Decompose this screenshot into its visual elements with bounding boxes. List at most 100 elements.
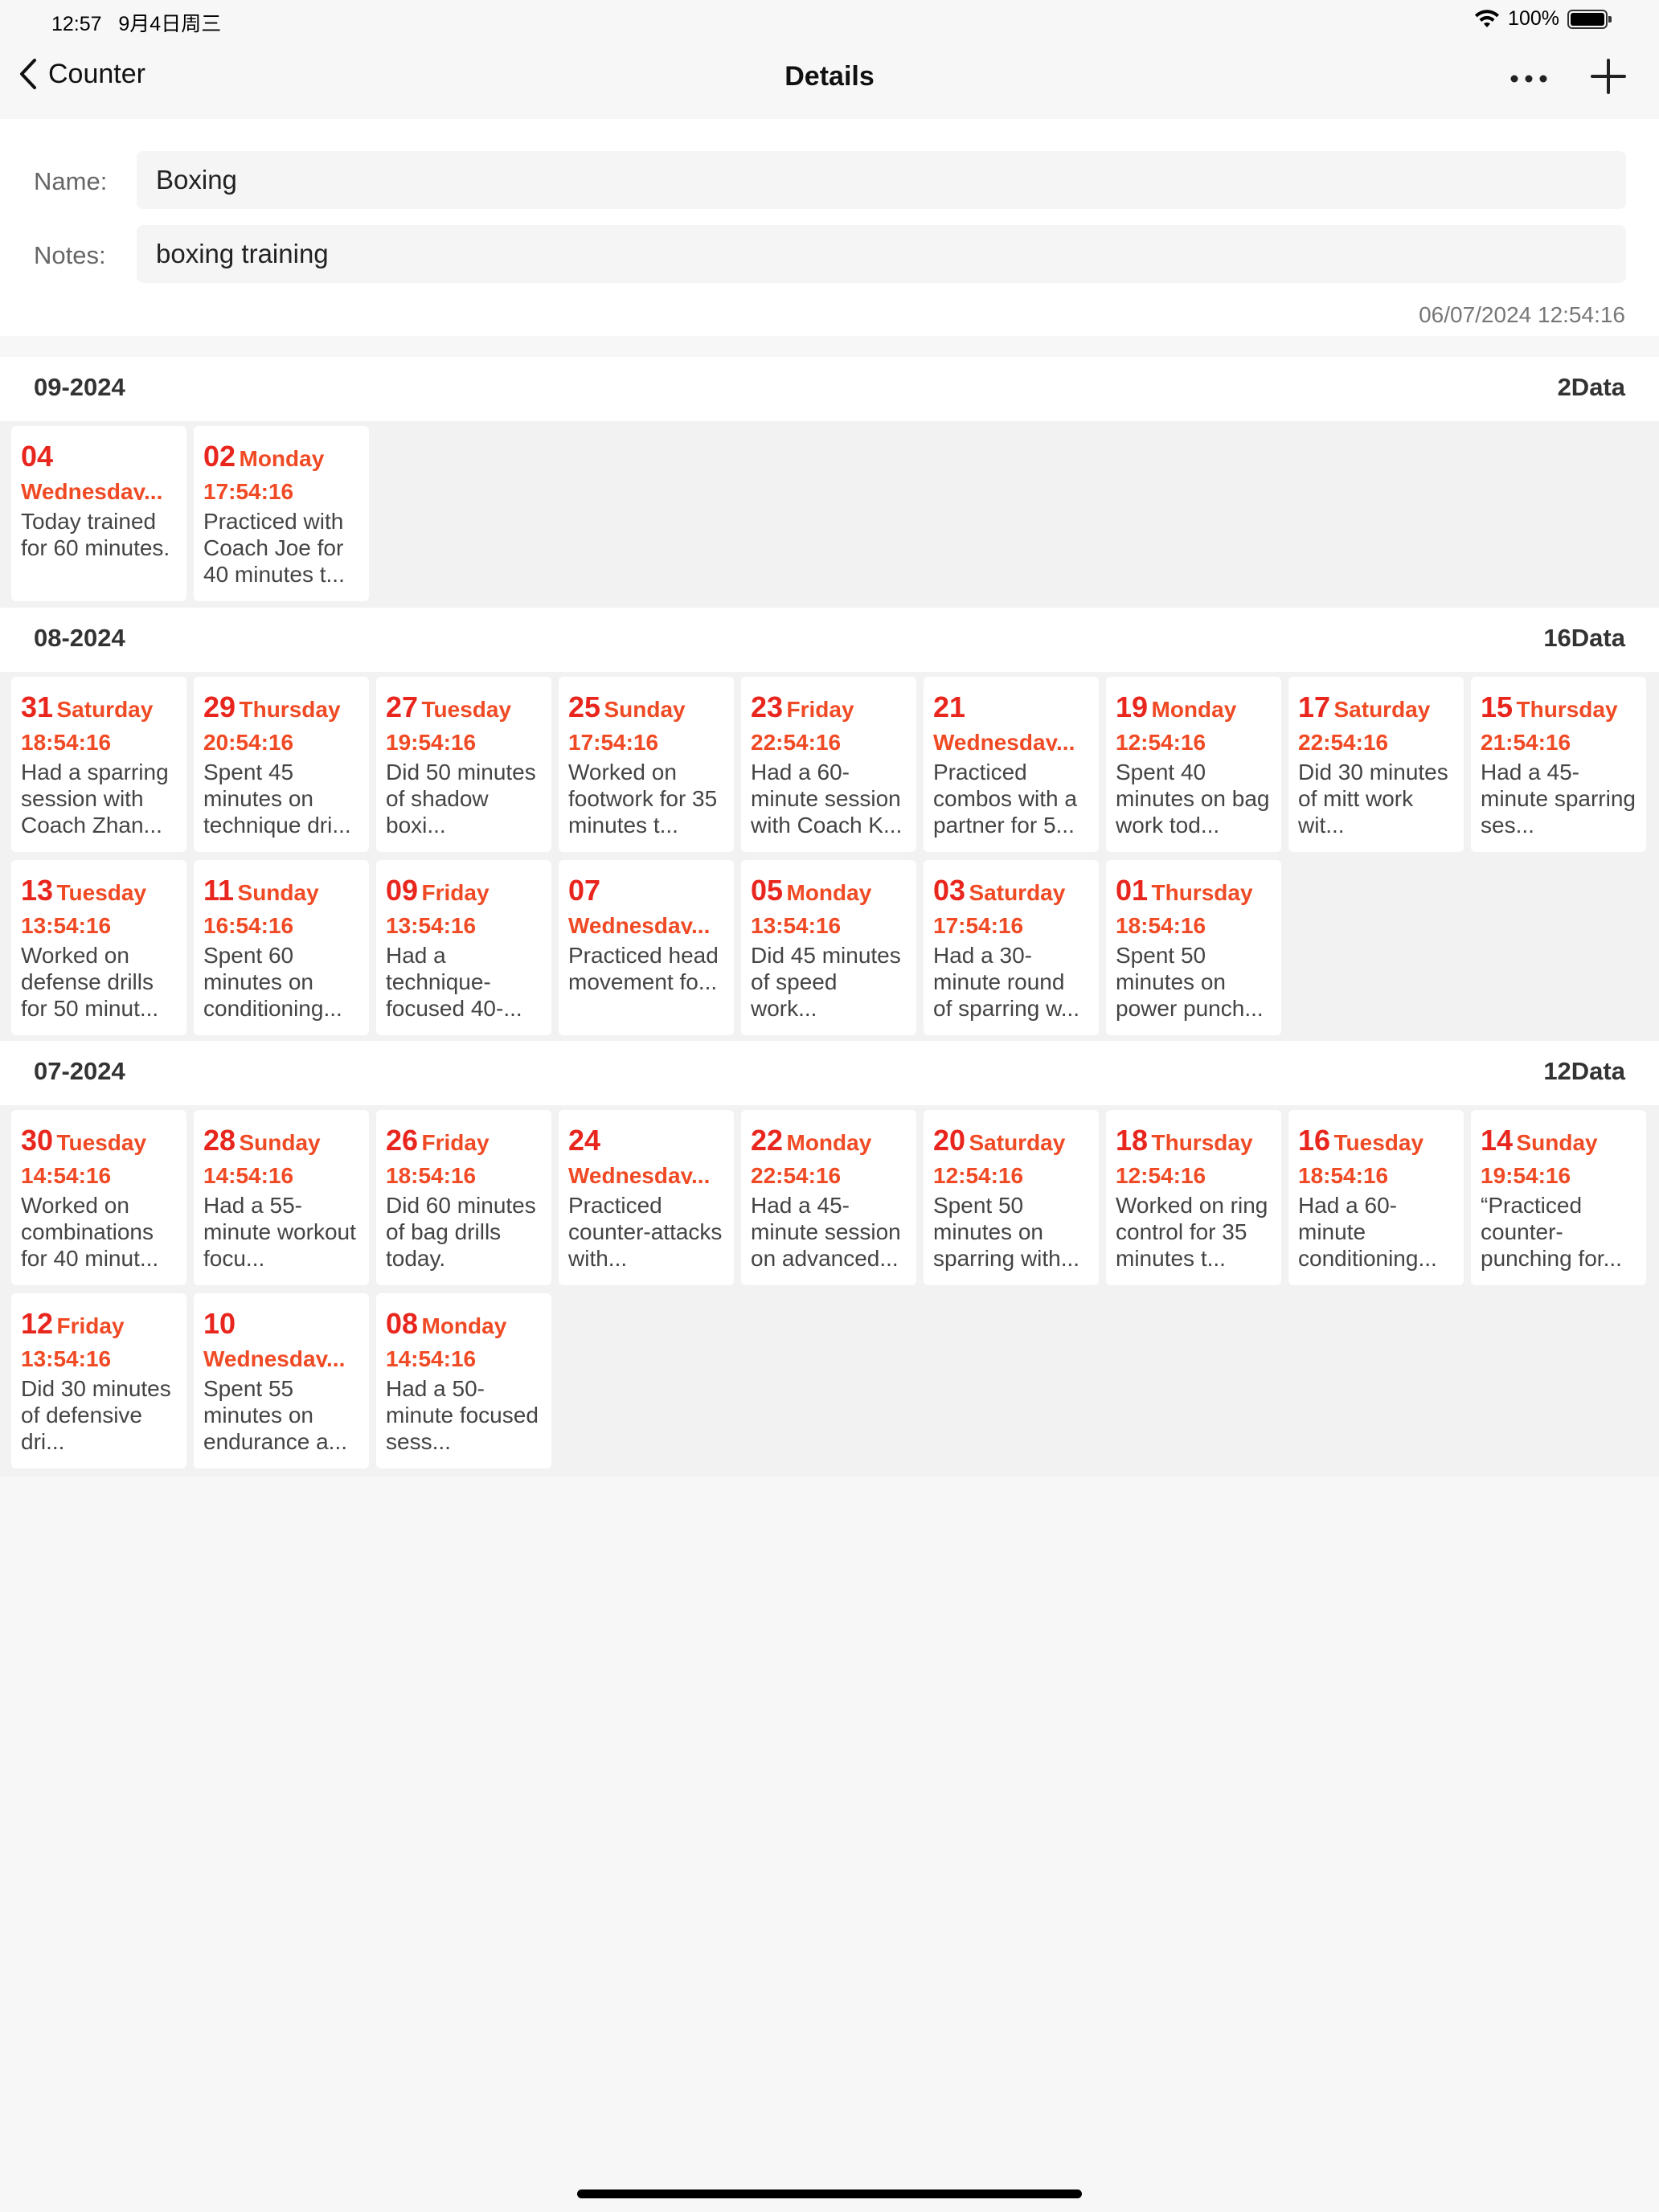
record-day: 20 (933, 1126, 966, 1157)
record-card[interactable]: 13 Tuesday 13:54:16 Worked on defense dril… (11, 860, 186, 1035)
record-header: 21 Wednesday... (933, 693, 1089, 751)
month-header: 08-2024 16Data (0, 608, 1659, 672)
record-card[interactable]: 23 Friday 22:54:16 Had a 60-minute session… (741, 677, 916, 852)
record-time: 12:54:16 (1116, 1163, 1206, 1184)
record-header: 03 Saturday 17:54:16 (933, 876, 1089, 934)
record-card[interactable]: 16 Tuesday 18:54:16 Had a 60-minute condit… (1288, 1110, 1464, 1285)
record-note: Had a 55-minute workout focu... (203, 1193, 356, 1271)
record-card[interactable]: 20 Saturday 12:54:16 Spent 50 minutes on s… (924, 1110, 1099, 1285)
record-card[interactable]: 22 Monday 22:54:16 Had a 45-minute session… (741, 1110, 916, 1285)
record-note: Spent 55 minutes on endurance a... (203, 1376, 348, 1454)
record-card[interactable]: 30 Tuesday 14:54:16 Worked on combinations… (11, 1110, 186, 1285)
record-day: 03 (933, 876, 966, 907)
record-card[interactable]: 21 Wednesday... Practiced combos with a pa… (924, 677, 1099, 852)
record-note: Worked on defense drills for 50 minut... (21, 943, 159, 1021)
record-weekday: Tuesday (56, 880, 147, 905)
record-card[interactable]: 11 Sunday 16:54:16 Spent 60 minutes on con… (194, 860, 369, 1035)
add-icon[interactable] (1588, 56, 1628, 96)
record-day: 31 (21, 693, 54, 723)
record-card[interactable]: 25 Sunday 17:54:16 Worked on footwork for … (559, 677, 734, 852)
status-bar: 12:57 9月4日周三 100% (0, 0, 1659, 39)
record-card[interactable]: 08 Monday 14:54:16 Had a 50-minute focused… (376, 1293, 551, 1469)
battery-icon (1567, 9, 1612, 29)
record-time: 14:54:16 (203, 1163, 294, 1184)
record-card[interactable]: 04 Wednesday... Today trained for 60 minut… (11, 426, 186, 601)
record-card[interactable]: 24 Wednesday... Practiced counter-attacks … (559, 1110, 734, 1285)
record-time: 16:54:16 (203, 913, 294, 934)
record-card[interactable]: 03 Saturday 17:54:16 Had a 30-minute round… (924, 860, 1099, 1035)
record-time: 22:54:16 (751, 1163, 842, 1184)
record-card[interactable]: 05 Monday 13:54:16 Did 45 minutes of speed… (741, 860, 916, 1035)
name-field[interactable] (137, 151, 1626, 209)
notes-row: Notes: (0, 225, 1659, 283)
nav-bar: Counter Details (0, 39, 1659, 119)
record-time: 17:54:16 (568, 730, 659, 751)
record-card[interactable]: 01 Thursday 18:54:16 Spent 50 minutes on p… (1106, 860, 1281, 1035)
record-day: 08 (386, 1309, 419, 1340)
record-weekday: Friday (786, 697, 854, 722)
record-note: Practiced with Coach Joe for 40 minutes … (203, 509, 345, 587)
record-card[interactable]: 09 Friday 13:54:16 Had a technique-focused… (376, 860, 551, 1035)
record-weekday: Monday (1151, 697, 1237, 722)
record-card[interactable]: 14 Sunday 19:54:16 “Practiced counter-punc… (1471, 1110, 1646, 1285)
record-note: Practiced combos with a partner for 5... (933, 760, 1077, 838)
record-weekday: Thursday (1516, 697, 1618, 722)
record-card[interactable]: 18 Thursday 12:54:16 Worked on ring contro… (1106, 1110, 1281, 1285)
record-card[interactable]: 26 Friday 18:54:16 Did 60 minutes of bag d… (376, 1110, 551, 1285)
month-count: 2Data (1557, 373, 1625, 401)
record-weekday: Tuesday (421, 697, 512, 722)
record-day: 21 (933, 693, 966, 723)
record-day: 19 (1116, 693, 1149, 723)
record-header: 13 Tuesday 13:54:16 (21, 876, 177, 934)
record-weekday: Saturday (969, 1130, 1066, 1155)
month-header: 09-2024 2Data (0, 357, 1659, 421)
record-header: 12 Friday 13:54:16 (21, 1309, 177, 1367)
record-day: 30 (21, 1126, 54, 1157)
record-card[interactable]: 10 Wednesday... Spent 55 minutes on endura… (194, 1293, 369, 1469)
record-note: Had a sparring session with Coach Zhan..… (21, 760, 169, 838)
record-note: Did 30 minutes of mitt work wit... (1298, 760, 1448, 838)
home-indicator (577, 2189, 1082, 2198)
month-title: 09-2024 (34, 373, 125, 401)
record-card[interactable]: 12 Friday 13:54:16 Did 30 minutes of defen… (11, 1293, 186, 1469)
record-weekday: Wednesday... (933, 730, 1075, 751)
record-weekday: Saturday (1333, 697, 1431, 722)
record-time: 22:54:16 (751, 730, 842, 751)
record-card[interactable]: 15 Thursday 21:54:16 Had a 45-minute sparr… (1471, 677, 1646, 852)
record-header: 01 Thursday 18:54:16 (1116, 876, 1272, 934)
record-weekday: Friday (421, 880, 490, 905)
record-header: 17 Saturday 22:54:16 (1298, 693, 1454, 751)
record-weekday: Sunday (1516, 1130, 1598, 1155)
record-time: 14:54:16 (21, 1163, 112, 1184)
record-header: 15 Thursday 21:54:16 (1481, 693, 1636, 751)
record-header: 10 Wednesday... (203, 1309, 359, 1367)
record-card[interactable]: 07 Wednesday... Practiced head movement fo… (559, 860, 734, 1035)
record-card[interactable]: 27 Tuesday 19:54:16 Did 50 minutes of shad… (376, 677, 551, 852)
record-day: 13 (21, 876, 54, 907)
record-time: 17:54:16 (933, 913, 1024, 934)
record-day: 05 (751, 876, 784, 907)
record-day: 27 (386, 693, 419, 723)
more-icon[interactable] (1505, 63, 1553, 95)
record-day: 01 (1116, 876, 1149, 907)
notes-field[interactable] (137, 225, 1626, 283)
record-header: 05 Monday 13:54:16 (751, 876, 907, 934)
record-weekday: Friday (421, 1130, 490, 1155)
record-note: Spent 60 minutes on conditioning... (203, 943, 342, 1021)
record-card[interactable]: 28 Sunday 14:54:16 Had a 55-minute workout… (194, 1110, 369, 1285)
record-time: 13:54:16 (21, 913, 112, 934)
record-note: Had a 45-minute sparring ses... (1481, 760, 1636, 838)
record-card[interactable]: 31 Saturday 18:54:16 Had a sparring sessio… (11, 677, 186, 852)
record-card[interactable]: 29 Thursday 20:54:16 Spent 45 minutes on t… (194, 677, 369, 852)
record-note: Spent 40 minutes on bag work tod... (1116, 760, 1270, 838)
record-card[interactable]: 19 Monday 12:54:16 Spent 40 minutes on bag… (1106, 677, 1281, 852)
record-day: 25 (568, 693, 601, 723)
record-weekday: Wednesday... (21, 479, 163, 500)
record-note: Practiced head movement fo... (568, 943, 719, 994)
record-day: 18 (1116, 1126, 1149, 1157)
record-time: 18:54:16 (1298, 1163, 1389, 1184)
record-note: Today trained for 60 minutes. (21, 509, 170, 560)
month-count: 16Data (1543, 624, 1625, 652)
record-card[interactable]: 17 Saturday 22:54:16 Did 30 minutes of mit… (1288, 677, 1464, 852)
record-card[interactable]: 02 Monday 17:54:16 Practiced with Coach Jo… (194, 426, 369, 601)
